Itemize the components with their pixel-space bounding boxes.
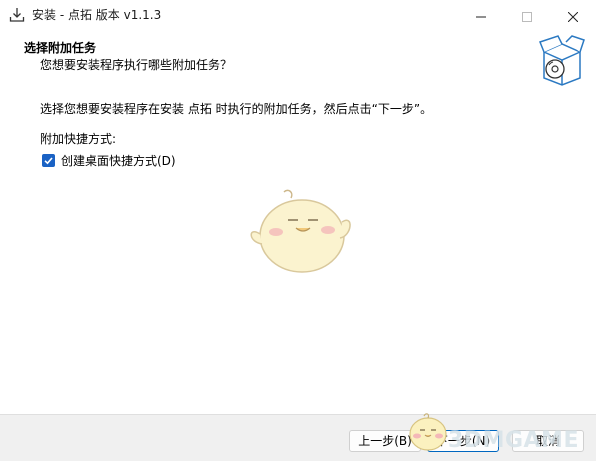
watermark-text: 3DMGAME [448, 428, 579, 453]
close-icon [567, 7, 579, 26]
installer-window: 安装 - 点拓 版本 v1.1.3 选择附加任务 您想要安装程序执行哪些附加任务… [0, 0, 596, 461]
instruction-text: 选择您想要安装程序在安装 点拓 时执行的附加任务，然后点击“下一步”。 [40, 102, 433, 116]
install-download-icon [8, 6, 26, 24]
title-bar: 安装 - 点拓 版本 v1.1.3 [0, 0, 596, 32]
minimize-icon [476, 7, 486, 26]
chick-mascot-image [244, 186, 354, 276]
maximize-icon [522, 7, 532, 26]
close-button[interactable] [550, 0, 596, 32]
watermark-mascot-image [406, 408, 450, 454]
wizard-header: 选择附加任务 您想要安装程序执行哪些附加任务？ [0, 32, 596, 88]
desktop-shortcut-option[interactable]: 创建桌面快捷方式(D) [42, 152, 176, 168]
page-subtitle: 您想要安装程序执行哪些附加任务？ [40, 58, 233, 72]
shortcut-group-label: 附加快捷方式: [40, 132, 117, 146]
desktop-shortcut-label: 创建桌面快捷方式(D) [61, 153, 176, 168]
minimize-button[interactable] [458, 0, 504, 32]
page-title: 选择附加任务 [24, 41, 97, 55]
checkmark-icon [44, 156, 53, 164]
setup-box-disc-icon [538, 34, 586, 86]
window-title: 安装 - 点拓 版本 v1.1.3 [32, 8, 162, 22]
maximize-button [504, 0, 550, 32]
desktop-shortcut-checkbox[interactable] [42, 153, 55, 167]
